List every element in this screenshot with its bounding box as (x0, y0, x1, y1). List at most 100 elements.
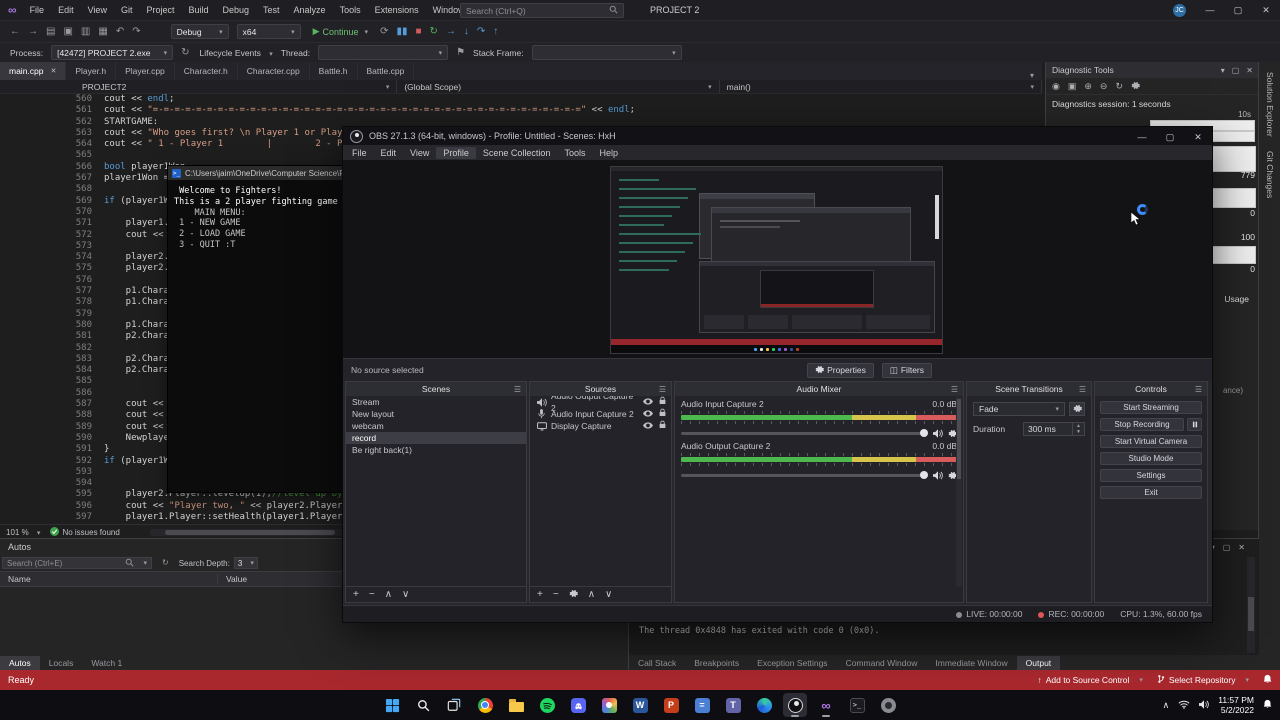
source-properties-icon[interactable] (569, 589, 578, 601)
dock-menu-icon[interactable]: ☰ (514, 385, 521, 394)
hot-reload-icon[interactable]: ⟳ (380, 21, 388, 43)
tab-Battle-cpp[interactable]: Battle.cpp (358, 62, 415, 80)
flag-icon[interactable]: ⚑ (456, 42, 465, 64)
tab-close-icon[interactable]: ✕ (51, 67, 57, 75)
menu-file[interactable]: File (23, 0, 52, 20)
zoom-in-icon[interactable]: ⊕ (1084, 81, 1092, 92)
source-item[interactable]: Display Capture (530, 420, 671, 432)
start-streaming-button[interactable]: Start Streaming (1100, 401, 1202, 414)
exit-button[interactable]: Exit (1100, 486, 1202, 499)
taskbar-icon-spotify[interactable] (535, 693, 559, 717)
search-depth-dropdown[interactable]: 3 ▾ (233, 557, 258, 569)
obs-menu-profile[interactable]: Profile (436, 146, 476, 159)
step-into-icon[interactable]: ↓ (464, 21, 469, 43)
tab-overflow-icon[interactable]: ▾ (1030, 71, 1042, 80)
volume-slider-handle[interactable] (920, 428, 928, 437)
scene-item[interactable]: record (346, 432, 526, 444)
account-avatar[interactable]: JC (1173, 3, 1186, 17)
select-tool-icon[interactable]: ▣ (1068, 81, 1077, 92)
side-tab-solution-explorer[interactable]: Solution Explorer (1265, 72, 1275, 137)
move-source-up-button[interactable]: ∧ (588, 589, 595, 600)
move-source-down-button[interactable]: ∨ (605, 589, 612, 600)
stop-recording-button[interactable]: Stop Recording (1100, 418, 1184, 431)
tab-Player-cpp[interactable]: Player.cpp (116, 62, 175, 80)
zoom-level-dropdown[interactable]: 101 % ▾ (6, 528, 40, 537)
new-file-icon[interactable]: ▤ (46, 21, 55, 43)
vs-maximize-button[interactable]: ▢ (1224, 0, 1252, 20)
mute-speaker-icon[interactable] (933, 428, 943, 438)
lock-icon[interactable] (659, 420, 666, 432)
break-all-icon[interactable]: ▮▮ (396, 21, 407, 43)
bottom-tab-breakpoints[interactable]: Breakpoints (685, 656, 748, 670)
taskbar-icon-obs[interactable] (783, 693, 807, 717)
vs-minimize-button[interactable]: — (1196, 0, 1224, 20)
lifecycle-events-button[interactable]: Lifecycle Events ▾ (199, 48, 272, 58)
panel-pin-icon[interactable]: ▢ (1232, 66, 1240, 75)
taskbar-icon-word[interactable]: W (628, 693, 652, 717)
move-scene-up-button[interactable]: ∧ (385, 589, 392, 600)
dock-menu-icon[interactable]: ☰ (659, 385, 666, 394)
filters-button[interactable]: ◫ Filters (881, 362, 932, 378)
zoom-out-icon[interactable]: ⊖ (1100, 81, 1108, 92)
tab-main-cpp[interactable]: main.cpp ✕ (0, 62, 67, 80)
taskbar-icon-photos[interactable] (597, 693, 621, 717)
continue-button[interactable]: ▶ Continue ▾ (313, 26, 368, 37)
forward-icon[interactable]: → (28, 21, 38, 43)
bottom-tab-immediate-window[interactable]: Immediate Window (926, 656, 1016, 670)
mixer-scrollbar[interactable] (956, 397, 962, 587)
undo-icon[interactable]: ↶ (116, 21, 124, 43)
obs-menu-file[interactable]: File (345, 147, 374, 159)
obs-menu-edit[interactable]: Edit (374, 147, 404, 159)
platform-dropdown[interactable]: x64 ▾ (236, 24, 301, 39)
bottom-tab-locals[interactable]: Locals (40, 656, 83, 670)
save-icon[interactable]: ▥ (81, 21, 90, 43)
obs-menu-view[interactable]: View (403, 147, 436, 159)
scene-item[interactable]: New layout (346, 408, 526, 420)
bottom-tab-command-window[interactable]: Command Window (837, 656, 927, 670)
notification-bell-icon[interactable] (1263, 696, 1272, 714)
column-value[interactable]: Value (218, 574, 247, 584)
usage-tab-label[interactable]: Usage (1224, 294, 1249, 304)
menu-debug[interactable]: Debug (216, 0, 257, 20)
obs-menu-tools[interactable]: Tools (557, 147, 592, 159)
panel-close-icon[interactable]: ✕ (1238, 543, 1245, 552)
volume-slider-handle[interactable] (920, 470, 928, 479)
menu-build[interactable]: Build (181, 0, 215, 20)
scene-item[interactable]: Be right back(1) (346, 444, 526, 456)
process-dropdown[interactable]: [42472] PROJECT 2.exe ▾ (51, 45, 174, 60)
visibility-eye-icon[interactable] (643, 420, 653, 432)
menu-tools[interactable]: Tools (333, 0, 368, 20)
menu-extensions[interactable]: Extensions (368, 0, 426, 20)
restart-icon[interactable]: ↻ (430, 21, 438, 43)
visibility-eye-icon[interactable] (643, 396, 653, 408)
remove-source-button[interactable]: − (553, 589, 559, 600)
previous-result-icon[interactable]: ↻ (162, 552, 169, 574)
autos-search-input[interactable]: Search (Ctrl+E) ▾ (2, 557, 152, 569)
volume-slider[interactable] (681, 470, 928, 479)
scene-item[interactable]: webcam (346, 420, 526, 432)
taskbar-icon-discord[interactable] (566, 693, 590, 717)
open-icon[interactable]: ▣ (63, 21, 72, 43)
pause-recording-button[interactable] (1187, 418, 1202, 431)
add-to-source-control-button[interactable]: ↑ Add to Source Control ▾ (1037, 675, 1142, 685)
remove-scene-button[interactable]: − (369, 589, 375, 600)
obs-maximize-button[interactable]: ▢ (1156, 127, 1184, 147)
visibility-eye-icon[interactable] (643, 408, 653, 420)
refresh-process-icon[interactable]: ↻ (181, 42, 189, 64)
tab-Player-h[interactable]: Player.h (66, 62, 117, 80)
menu-analyze[interactable]: Analyze (287, 0, 333, 20)
properties-button[interactable]: Properties (807, 362, 874, 378)
move-scene-down-button[interactable]: ∨ (402, 589, 409, 600)
show-next-statement-icon[interactable]: → (446, 21, 456, 43)
taskbar-icon-start[interactable] (380, 693, 404, 717)
redo-icon[interactable]: ↷ (132, 21, 140, 43)
tab-Character-cpp[interactable]: Character.cpp (238, 62, 310, 80)
obs-menu-scene-collection[interactable]: Scene Collection (476, 147, 558, 159)
bottom-tab-autos[interactable]: Autos (0, 656, 40, 670)
select-repository-button[interactable]: Select Repository ▾ (1157, 674, 1249, 686)
add-scene-button[interactable]: + (353, 589, 359, 600)
transition-dropdown[interactable]: Fade ▾ (973, 402, 1065, 416)
stack-frame-dropdown[interactable]: ▾ (531, 45, 682, 60)
taskbar-icon-teams[interactable]: T (721, 693, 745, 717)
menu-view[interactable]: View (81, 0, 114, 20)
